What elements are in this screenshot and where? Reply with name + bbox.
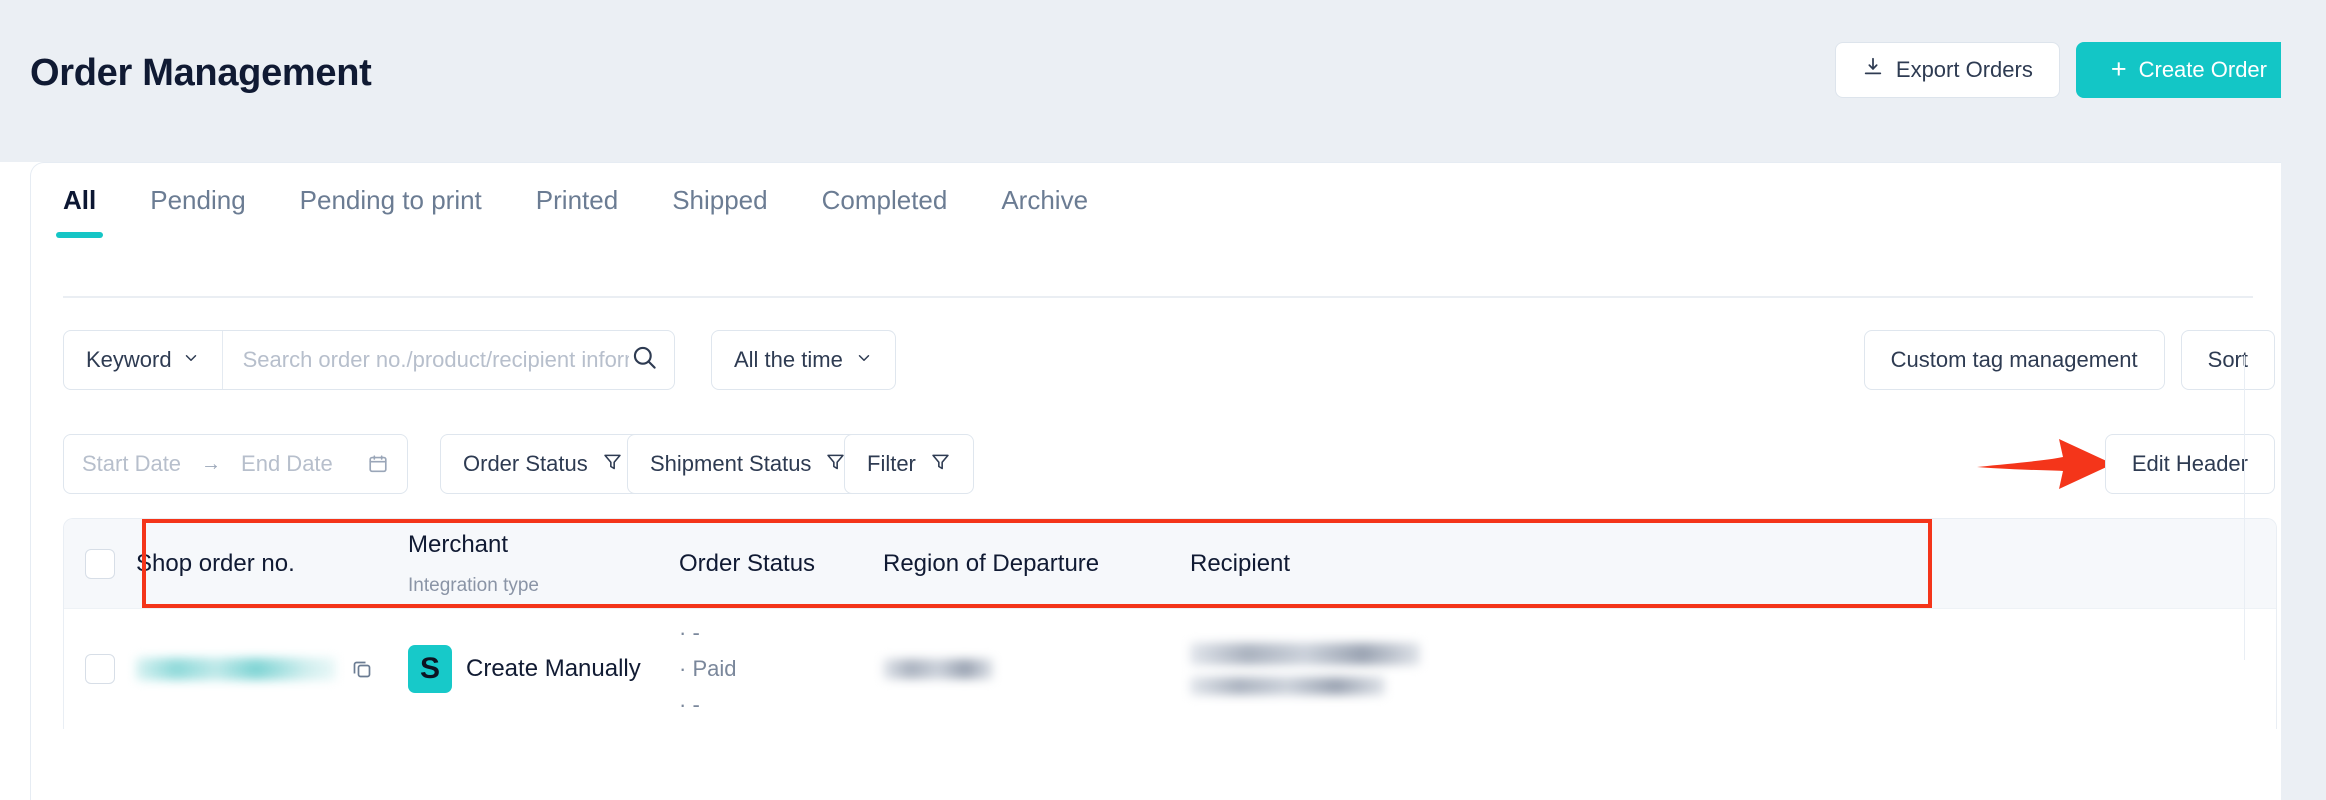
page-title: Order Management (30, 52, 372, 94)
redacted-order-number (136, 658, 336, 680)
search-group: Keyword (63, 330, 675, 390)
select-all-cell (64, 519, 136, 608)
order-status-line-2: · Paid (679, 656, 737, 681)
filter-row-secondary: Start Date → End Date Order Status Shipm… (63, 434, 2275, 494)
cell-recipient (1190, 609, 1530, 729)
plus-icon: + (2110, 53, 2127, 84)
merchant-badge-icon: S (408, 645, 452, 693)
table-header-row: Shop order no. Merchant Integration type… (64, 519, 2276, 609)
search-icon[interactable] (631, 344, 658, 376)
end-date-text: End Date (241, 451, 333, 476)
tab-archive-label: Archive (1001, 185, 1089, 215)
filter-row-primary: Keyword All the time (63, 330, 2275, 390)
column-order-status-label: Order Status (679, 549, 816, 577)
tab-completed-label: Completed (821, 185, 948, 215)
page-header-bar: Order Management Export Orders + Create … (0, 0, 2326, 162)
page-right-background-strip (2281, 0, 2326, 800)
right-arrow-annotation-icon (1975, 437, 2115, 496)
edit-header-label: Edit Header (2131, 451, 2248, 476)
order-status-tabs: All Pending Pending to print Printed Shi… (55, 185, 1142, 238)
funnel-icon (602, 451, 623, 478)
date-range-arrow-icon: → (201, 452, 222, 475)
filter-row-primary-actions: Custom tag management Sort (1863, 330, 2275, 390)
orders-card: All Pending Pending to print Printed Shi… (30, 162, 2298, 800)
keyword-type-select[interactable]: Keyword (64, 331, 223, 389)
search-input[interactable] (240, 346, 631, 374)
create-order-label: Create Order (2138, 57, 2267, 82)
copy-icon[interactable] (350, 657, 374, 681)
shipment-status-filter-label: Shipment Status (650, 451, 812, 476)
column-spacer (1530, 519, 2276, 608)
chevron-down-icon (855, 347, 873, 373)
order-management-page: Order Management Export Orders + Create … (0, 0, 2326, 800)
order-status-filter-label: Order Status (463, 451, 588, 476)
redacted-recipient-line-1 (1190, 643, 1420, 665)
table-row: S Create Manually · - · Paid · - (64, 609, 2276, 729)
tab-all[interactable]: All (55, 185, 104, 238)
cell-region-of-departure (883, 609, 1190, 729)
order-status-filter[interactable]: Order Status (440, 434, 646, 494)
search-input-wrap (223, 331, 674, 389)
tab-completed[interactable]: Completed (822, 185, 948, 238)
column-shop-order-no[interactable]: Shop order no. (136, 519, 408, 608)
orders-table: Shop order no. Merchant Integration type… (63, 518, 2277, 729)
tab-printed[interactable]: Printed (536, 185, 618, 238)
more-filter-button[interactable]: Filter (844, 434, 974, 494)
tabs-divider (63, 296, 2253, 298)
export-orders-label: Export Orders (1895, 57, 2033, 82)
tab-archive[interactable]: Archive (1001, 185, 1088, 238)
time-range-label: All the time (734, 347, 843, 372)
export-orders-button[interactable]: Export Orders (1834, 42, 2060, 98)
table-right-border (2244, 355, 2245, 660)
column-merchant-label: Merchant (408, 530, 509, 558)
header-actions: Export Orders + Create Order (1834, 42, 2302, 98)
redacted-recipient-line-2 (1190, 677, 1385, 695)
create-order-button[interactable]: + Create Order (2075, 42, 2302, 98)
custom-tag-management-button[interactable]: Custom tag management (1863, 330, 2165, 390)
column-order-status[interactable]: Order Status (679, 519, 883, 608)
keyword-select-label: Keyword (86, 347, 172, 372)
cell-merchant: S Create Manually (408, 609, 679, 729)
column-recipient-label: Recipient (1190, 549, 1291, 577)
column-shop-order-no-label: Shop order no. (136, 549, 295, 577)
time-range-select[interactable]: All the time (711, 330, 896, 390)
cell-shop-order-no (136, 609, 408, 729)
cell-order-status: · - · Paid · - (679, 609, 883, 729)
merchant-name: Create Manually (466, 655, 641, 682)
sort-button[interactable]: Sort (2180, 330, 2275, 390)
edit-header-button[interactable]: Edit Header (2104, 434, 2275, 494)
select-all-checkbox[interactable] (85, 548, 115, 579)
redacted-region (883, 659, 993, 679)
column-merchant[interactable]: Merchant Integration type (408, 519, 679, 608)
sort-label: Sort (2207, 347, 2248, 372)
order-status-line-3: · - (679, 692, 700, 717)
column-merchant-sublabel: Integration type (408, 574, 539, 596)
tab-pending-to-print[interactable]: Pending to print (300, 185, 482, 238)
order-status-line-1: · - (679, 620, 700, 645)
more-filter-label: Filter (867, 451, 916, 476)
tab-printed-label: Printed (535, 185, 619, 215)
tab-pending-to-print-label: Pending to print (299, 185, 482, 215)
tab-all-label: All (63, 185, 97, 215)
column-region-of-departure[interactable]: Region of Departure (883, 519, 1190, 608)
tab-pending[interactable]: Pending (150, 185, 245, 238)
column-region-of-departure-label: Region of Departure (883, 549, 1100, 577)
chevron-down-icon (182, 347, 200, 373)
date-range-picker[interactable]: Start Date → End Date (63, 434, 408, 494)
tab-pending-label: Pending (150, 185, 246, 215)
row-select-checkbox[interactable] (85, 654, 115, 684)
funnel-icon (930, 451, 951, 478)
row-select-cell (64, 609, 136, 729)
shipment-status-filter[interactable]: Shipment Status (627, 434, 870, 494)
download-icon (1862, 56, 1884, 84)
tab-shipped-label: Shipped (672, 185, 768, 215)
tab-shipped[interactable]: Shipped (672, 185, 767, 238)
cell-spacer (1530, 609, 2276, 729)
custom-tag-management-label: Custom tag management (1890, 347, 2138, 372)
calendar-icon (367, 453, 389, 475)
column-recipient[interactable]: Recipient (1190, 519, 1530, 608)
start-date-text: Start Date (82, 451, 182, 476)
